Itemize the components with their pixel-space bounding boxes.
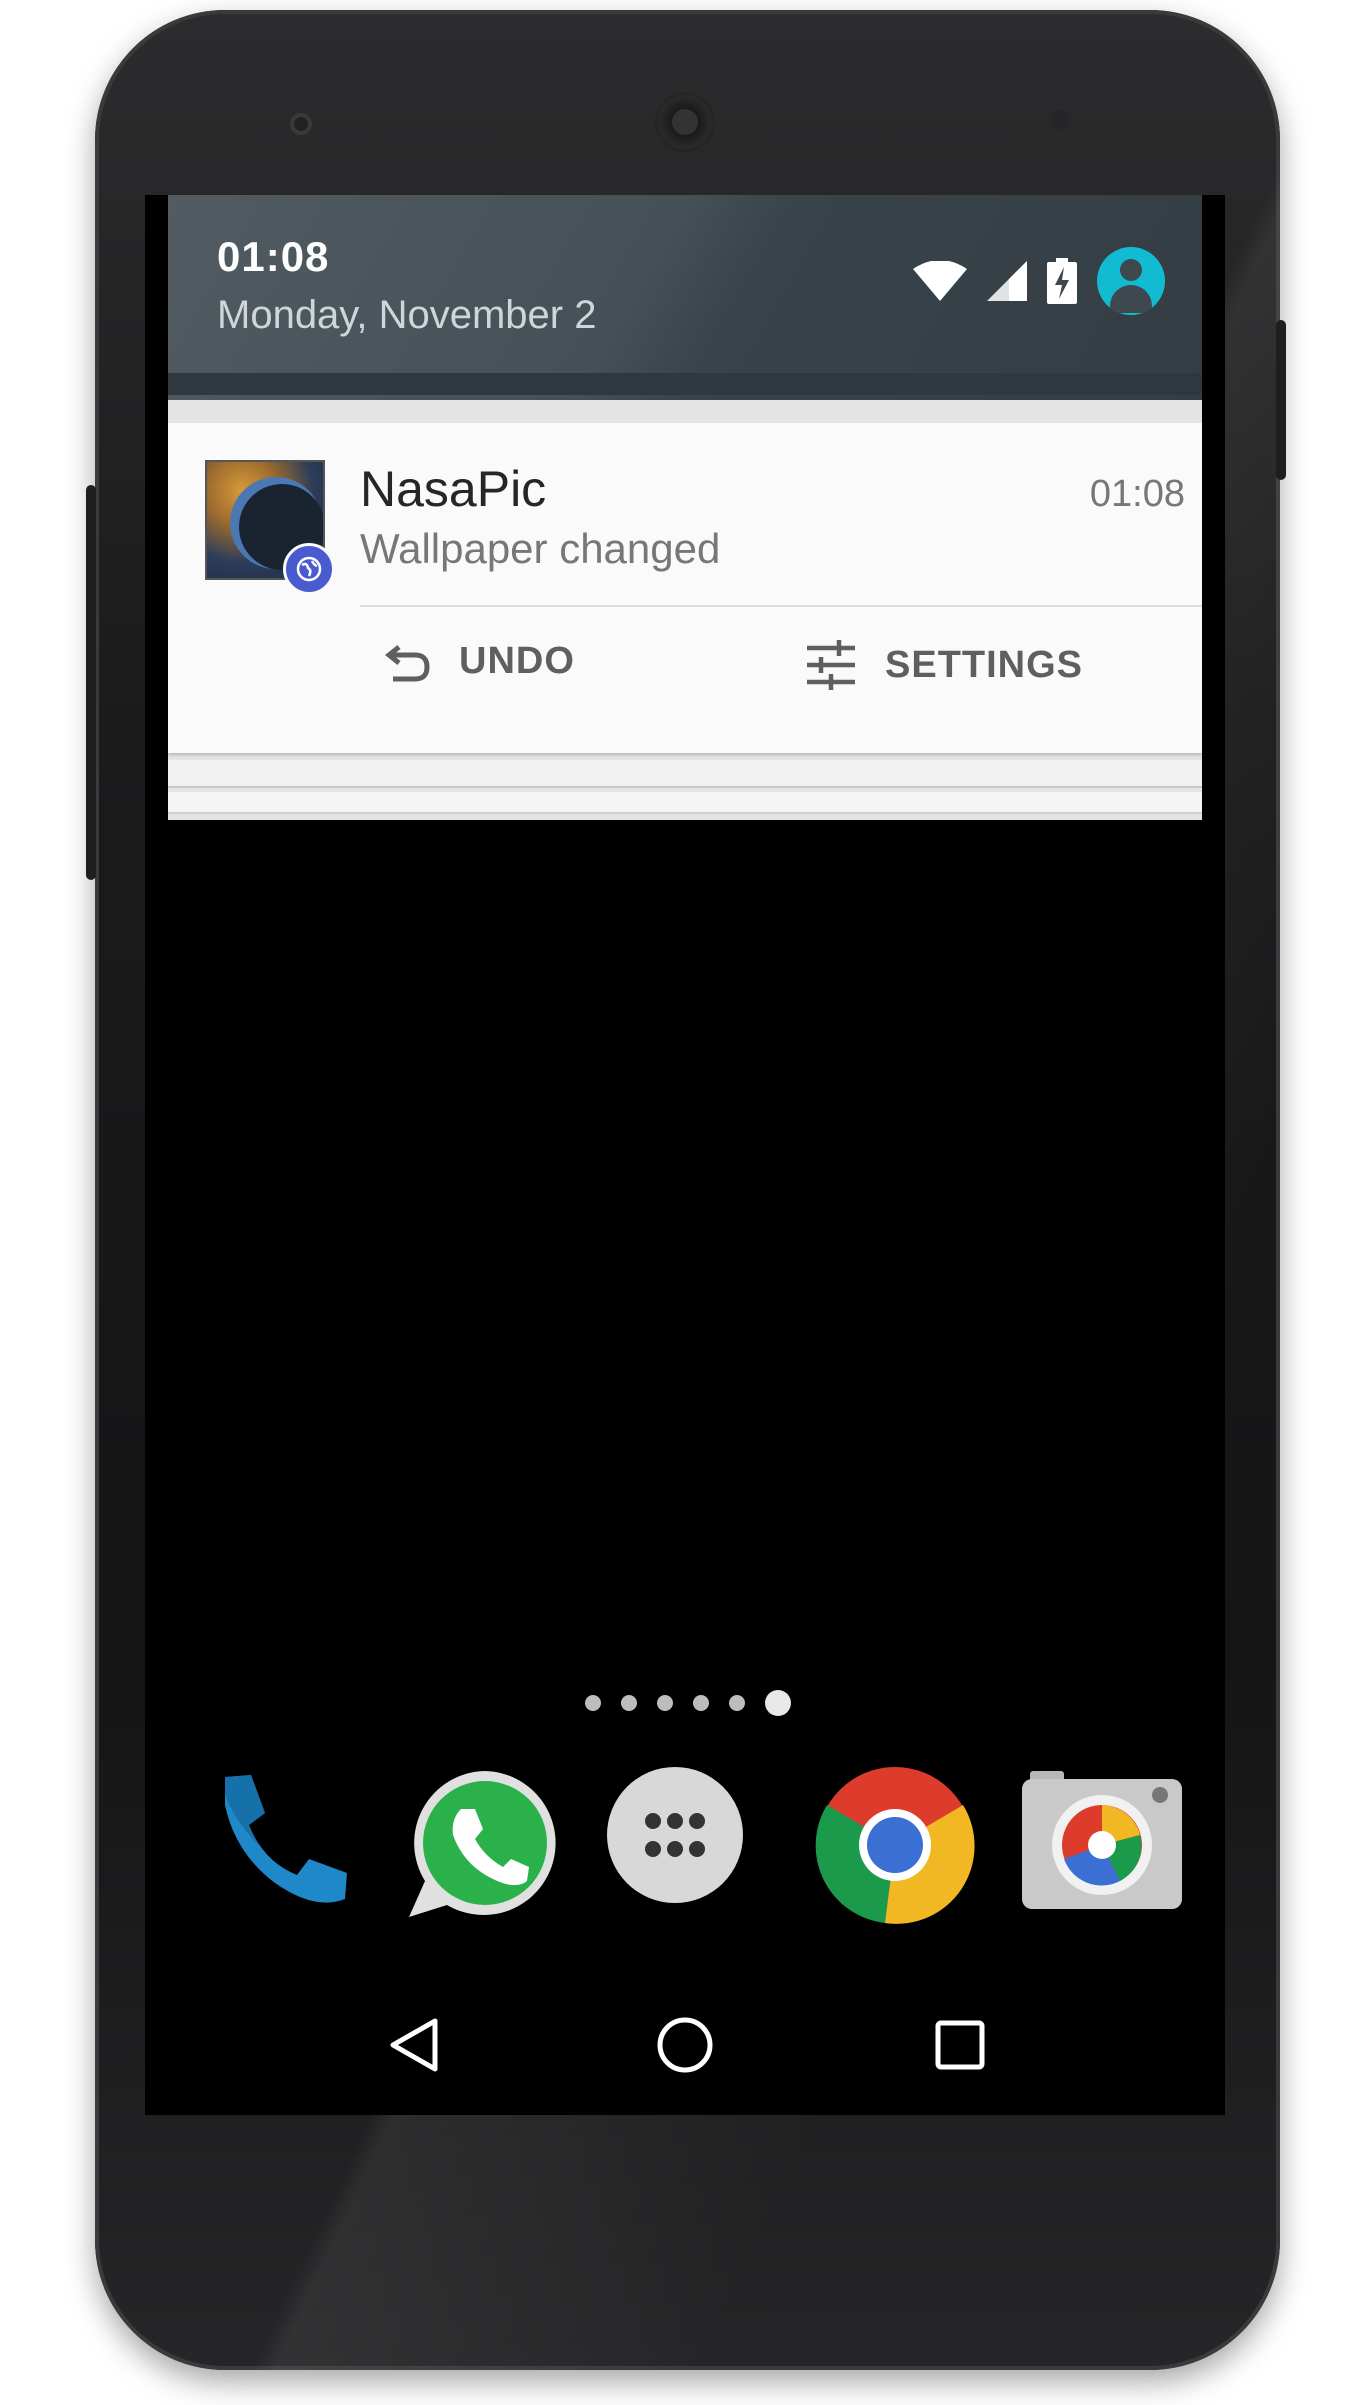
chrome-icon	[815, 1767, 975, 1924]
wifi-icon	[913, 261, 967, 301]
page-dot	[621, 1695, 637, 1711]
globe-badge-icon	[283, 543, 335, 595]
page-dot	[729, 1695, 745, 1711]
shade-shadow	[168, 373, 1202, 395]
camera-app-icon[interactable]	[1020, 1765, 1182, 1925]
whatsapp-icon	[409, 1771, 556, 1917]
settings-button[interactable]: SETTINGS	[805, 640, 1083, 690]
settings-label: SETTINGS	[885, 643, 1084, 686]
stacked-notification	[168, 792, 1202, 814]
back-icon	[390, 2018, 438, 2072]
status-icons	[913, 247, 1165, 315]
undo-icon	[385, 644, 430, 681]
notification-text: Wallpaper changed	[360, 525, 721, 572]
screen: 01:08 Monday, November 2 NasaPic 01:08 W…	[145, 195, 1225, 2115]
front-camera	[290, 113, 312, 135]
page-dot	[693, 1695, 709, 1711]
page-dot	[585, 1695, 601, 1711]
stacked-notification	[168, 760, 1202, 788]
undo-button[interactable]: UNDO	[385, 640, 575, 683]
app-drawer-button[interactable]	[605, 1765, 765, 1925]
battery-charging-icon	[1047, 258, 1077, 304]
sliders-icon	[807, 640, 855, 690]
divider	[360, 605, 1202, 607]
phone-app-icon[interactable]	[205, 1765, 365, 1925]
phone-icon	[225, 1775, 347, 1903]
notification-time: 01:08	[1089, 473, 1185, 515]
undo-label: UNDO	[459, 640, 575, 682]
home-button[interactable]	[635, 1995, 735, 2095]
dock	[145, 1765, 1225, 1935]
back-button[interactable]	[365, 1995, 465, 2095]
page-dot	[657, 1695, 673, 1711]
home-icon	[657, 2017, 713, 2073]
app-drawer-icon	[607, 1767, 743, 1903]
proximity-sensor	[1050, 110, 1070, 130]
page-indicator	[585, 1690, 791, 1716]
date: Monday, November 2	[217, 293, 597, 337]
clock: 01:08	[217, 233, 330, 280]
power-button	[1276, 320, 1286, 480]
recents-button[interactable]	[910, 1995, 1010, 2095]
notification-title: NasaPic	[360, 461, 547, 517]
page-dot-current	[765, 1690, 791, 1716]
chrome-app-icon[interactable]	[815, 1765, 975, 1925]
navigation-bar	[145, 1995, 1225, 2095]
cell-signal-icon	[987, 261, 1027, 301]
whatsapp-app-icon[interactable]	[405, 1765, 565, 1925]
account-avatar-icon[interactable]	[1097, 247, 1165, 315]
recents-icon	[935, 2020, 985, 2070]
earpiece-speaker	[655, 92, 715, 152]
camera-icon	[1022, 1771, 1182, 1909]
volume-button	[86, 485, 96, 880]
